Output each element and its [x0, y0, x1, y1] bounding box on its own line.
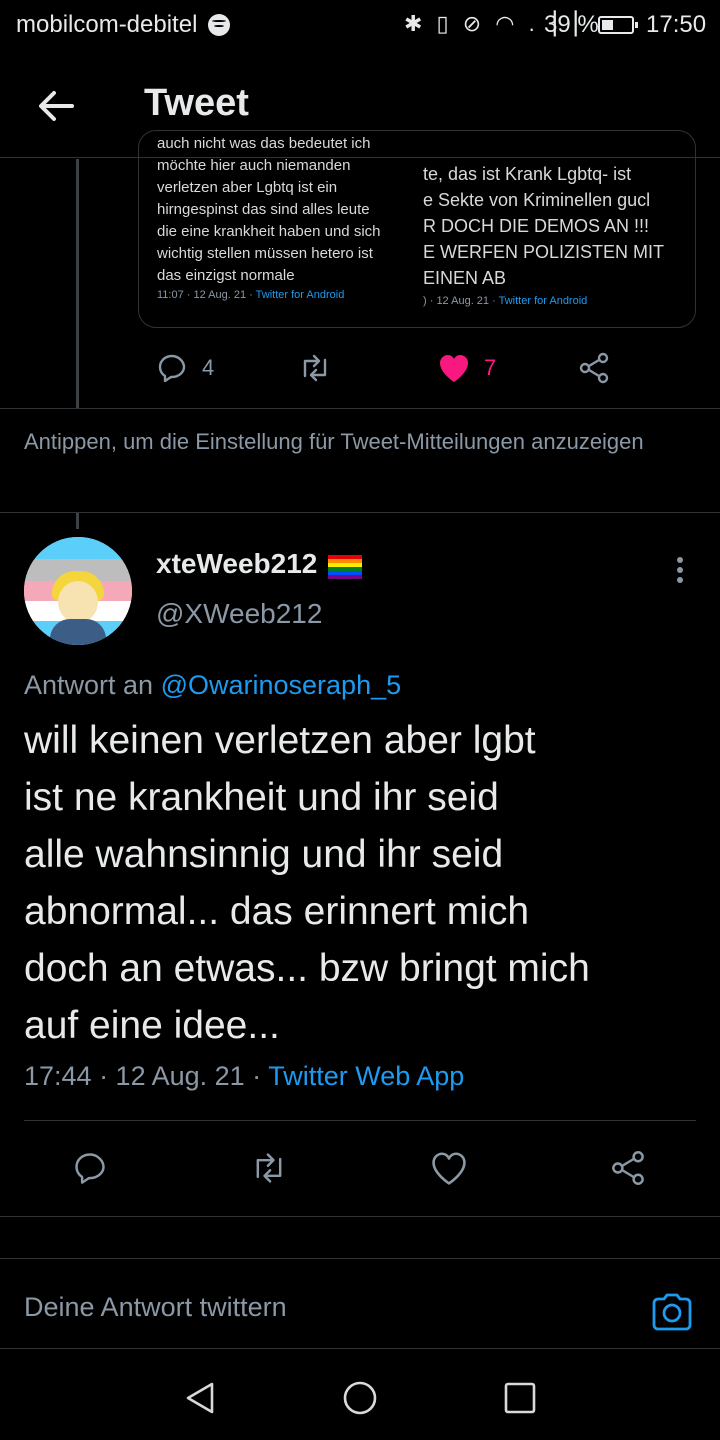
retweet-button[interactable] [298, 338, 332, 398]
reply-context: Antwort an @Owarinoseraph_5 [24, 670, 401, 701]
tweet-text: will keinen verletzen aber lgbt ist ne k… [24, 712, 694, 1054]
user-handle[interactable]: @XWeeb212 [156, 598, 322, 630]
tweet-actions [0, 1138, 720, 1198]
retweet-button[interactable] [250, 1138, 288, 1198]
heart-icon [432, 1152, 466, 1185]
back-arrow-icon[interactable] [32, 82, 80, 130]
reply-prefix: Antwort an [24, 670, 161, 700]
screenshot-line: möchte hier auch niemanden [157, 157, 351, 174]
tweet-line: ist ne krankheit und ihr seid [24, 776, 499, 819]
rainbow-flag-icon [328, 555, 362, 579]
timestamp: 17:44 · 12 Aug. 21 · [24, 1061, 269, 1091]
battery-fill [602, 20, 613, 30]
reply-count: 4 [202, 355, 215, 380]
share-button[interactable] [610, 1138, 646, 1198]
like-count: 7 [484, 355, 497, 380]
tweet-line: doch an etwas... bzw bringt mich [24, 947, 590, 990]
screenshot-line: e Sekte von Kriminellen gucl [423, 190, 651, 210]
reply-input[interactable]: Deine Antwort twittern [24, 1292, 287, 1323]
reply-button[interactable] [72, 1138, 108, 1198]
page-title: Tweet [144, 82, 249, 124]
screenshot-right: te, das ist Krank Lgbtq- ist e Sekte von… [423, 161, 695, 309]
screenshot-line: die eine krankheit haben und sich [157, 223, 381, 240]
source-link[interactable]: Twitter Web App [268, 1061, 464, 1091]
screenshot-meta: 11:07 · 12 Aug. 21 · Twitter for Android [157, 289, 345, 301]
screenshot-line: R DOCH DIE DEMOS AN !!! [423, 216, 650, 236]
share-button[interactable] [578, 338, 610, 398]
notification-setting-hint[interactable]: Antippen, um die Einstellung für Tweet-M… [24, 424, 684, 460]
tweet-line: will keinen verletzen aber lgbt [24, 719, 536, 762]
screenshot-line: wichtig stellen müssen hetero ist [157, 245, 373, 262]
attached-image[interactable]: auch nicht was das bedeutet ich möchte h… [138, 130, 696, 328]
reply-icon [75, 1153, 105, 1184]
heart-filled-icon [440, 355, 468, 382]
nav-home-icon[interactable] [342, 1380, 378, 1416]
screenshot-line: te, das ist Krank Lgbtq- ist [423, 164, 632, 184]
parent-tweet-actions: 4 7 [0, 338, 720, 398]
nav-recents-icon[interactable] [502, 1380, 538, 1416]
screenshot-line: hirngespinst das sind alles leute [157, 201, 370, 218]
retweet-icon [256, 1153, 282, 1183]
tweet-line: auf eine idee... [24, 1004, 280, 1047]
avatar[interactable] [24, 537, 132, 645]
screenshot-line: auch nicht was das bedeutet ich [157, 135, 371, 152]
screenshot-line: E WERFEN POLIZISTEN MIT [423, 242, 665, 262]
carrier-name: mobilcom-debitel [16, 11, 198, 38]
reply-composer[interactable]: Deine Antwort twittern [0, 1260, 720, 1348]
retweet-icon [303, 354, 327, 382]
clock: 17:50 [646, 11, 707, 38]
more-options-icon[interactable] [664, 552, 696, 588]
like-button[interactable]: 7 [438, 338, 496, 398]
tweet-line: abnormal... das erinnert mich [24, 890, 530, 933]
screenshot-left: auch nicht was das bedeutet ich möchte h… [157, 135, 419, 303]
spotify-icon [208, 14, 230, 36]
share-icon [612, 1151, 644, 1185]
divider [0, 1258, 720, 1259]
screenshot-line: das einzigst normale [157, 267, 295, 284]
like-button[interactable] [430, 1138, 468, 1198]
status-bar: mobilcom-debitel ✱ ▯ ⊘ ◠ .▕▕ 39 % 17:50 [0, 0, 720, 52]
screenshot-line: verletzen aber Lgbtq ist ein [157, 179, 338, 196]
divider [0, 408, 720, 409]
tweet-line: alle wahnsinnig und ihr seid [24, 833, 504, 876]
share-icon [579, 352, 609, 384]
reply-mention-link[interactable]: @Owarinoseraph_5 [161, 670, 402, 700]
divider [0, 1216, 720, 1217]
thread-line [76, 513, 79, 529]
divider [24, 1120, 696, 1121]
display-name[interactable]: xteWeeb212 [156, 548, 317, 580]
reply-button[interactable]: 4 [156, 338, 214, 398]
divider [0, 512, 720, 513]
screenshot-meta: ) · 12 Aug. 21 · Twitter for Android [423, 295, 588, 307]
screenshot-line: EINEN AB [423, 268, 507, 288]
divider [0, 1348, 720, 1349]
battery-icon [598, 16, 638, 34]
tweet-timestamp: 17:44 · 12 Aug. 21 · Twitter Web App [24, 1061, 464, 1092]
battery-percent: 39 % [544, 11, 599, 38]
nav-back-icon[interactable] [182, 1380, 218, 1416]
camera-icon[interactable] [650, 1289, 694, 1333]
system-nav-bar [0, 1350, 720, 1440]
reply-icon [158, 354, 186, 383]
